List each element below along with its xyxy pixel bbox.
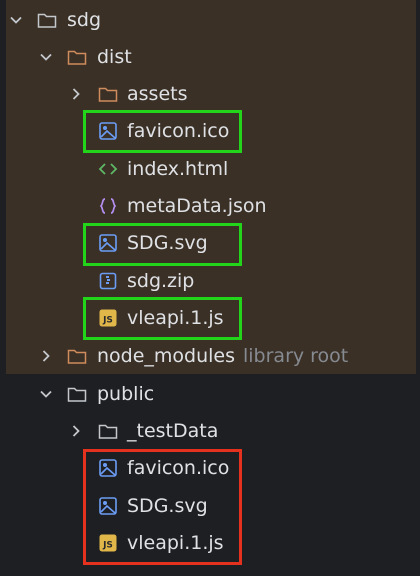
- folder-label-node-modules: node_modules: [97, 345, 236, 367]
- chevron-right-icon[interactable]: [68, 423, 84, 439]
- green-highlight-box: [83, 223, 242, 266]
- project-tree: sdg dist assets favicon.ico index.html m…: [0, 0, 420, 576]
- red-highlight-box: [83, 449, 242, 565]
- chevron-right-icon[interactable]: [68, 86, 84, 102]
- folder-icon: [67, 387, 87, 402]
- folder-label-public: public: [97, 383, 155, 405]
- chevron-down-icon[interactable]: [38, 49, 54, 65]
- chevron-right-icon[interactable]: [38, 348, 54, 364]
- tree-row-assets[interactable]: assets: [0, 76, 420, 113]
- file-label-index-html: index.html: [127, 158, 229, 180]
- library-root-hint: library root: [243, 345, 349, 367]
- zip-icon: [99, 272, 117, 290]
- chevron-down-icon[interactable]: [38, 386, 54, 402]
- tree-row-index-html[interactable]: index.html: [0, 151, 420, 188]
- folder-icon: [67, 50, 87, 65]
- green-highlight-box: [83, 110, 242, 153]
- html-icon: [98, 163, 118, 175]
- json-icon: [99, 198, 117, 214]
- tree-row-dist[interactable]: dist: [0, 39, 420, 76]
- folder-label-testdata: _testData: [127, 420, 219, 442]
- file-label-sdg-zip: sdg.zip: [127, 270, 195, 292]
- tree-row-metadata-json[interactable]: metaData.json: [0, 188, 420, 225]
- tree-row-sdg[interactable]: sdg: [0, 2, 420, 39]
- folder-label-assets: assets: [127, 83, 188, 105]
- tree-row-sdg-zip[interactable]: sdg.zip: [0, 263, 420, 300]
- folder-icon: [37, 13, 57, 28]
- tree-row-node-modules[interactable]: node_modules library root: [0, 338, 420, 375]
- folder-icon: [67, 349, 87, 364]
- tree-row-testdata[interactable]: _testData: [0, 413, 420, 450]
- chevron-down-icon[interactable]: [8, 12, 24, 28]
- file-label-metadata-json: metaData.json: [127, 195, 267, 217]
- folder-icon: [98, 424, 118, 439]
- folder-label-sdg: sdg: [67, 9, 102, 31]
- folder-label-dist: dist: [97, 46, 132, 68]
- tree-row-public[interactable]: public: [0, 376, 420, 413]
- folder-icon: [98, 87, 118, 102]
- green-highlight-box: [83, 297, 242, 340]
